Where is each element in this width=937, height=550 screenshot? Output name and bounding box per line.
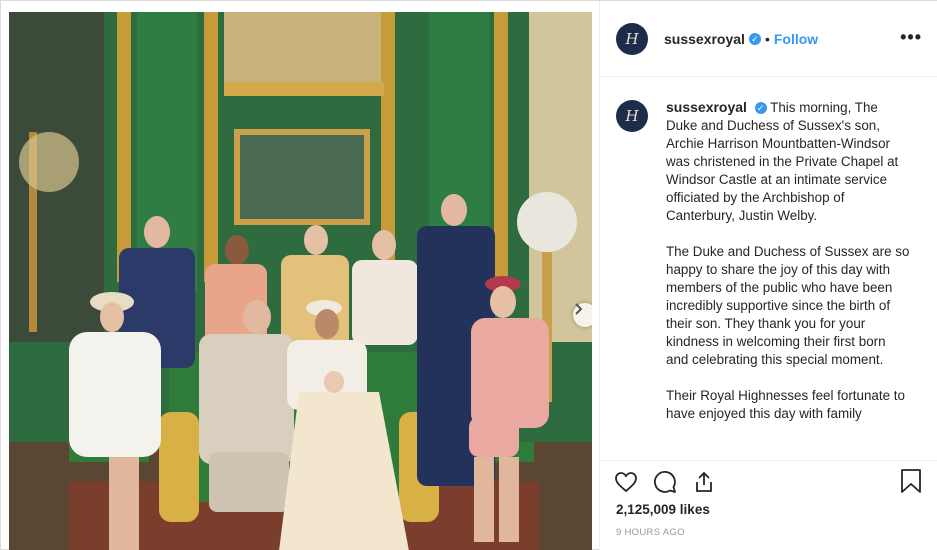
more-options-button[interactable]: ••• bbox=[900, 27, 922, 48]
caption-paragraph-1: sussexroyal ✓ This morning, The Duke and… bbox=[666, 98, 910, 225]
heart-icon bbox=[615, 472, 637, 493]
verified-badge-icon: ✓ bbox=[754, 102, 767, 115]
verified-badge-icon: ✓ bbox=[748, 32, 761, 45]
caption-avatar[interactable]: H bbox=[616, 100, 648, 132]
comments-section[interactable]: H sussexroyal ✓ This morning, The Duke a… bbox=[600, 78, 937, 460]
comment-button[interactable] bbox=[653, 470, 677, 494]
like-count[interactable]: 2,125,009 likes bbox=[616, 502, 710, 517]
comment-icon bbox=[654, 471, 676, 493]
caption: H sussexroyal ✓ This morning, The Duke a… bbox=[616, 98, 922, 441]
separator-dot: • bbox=[764, 30, 770, 47]
instagram-post: H sussexroyal ✓ • Follow ••• H sussexroy… bbox=[0, 0, 937, 550]
avatar-monogram: H bbox=[625, 107, 639, 125]
caption-username[interactable]: sussexroyal bbox=[666, 99, 747, 115]
caption-paragraph-1-text: This morning, The Duke and Duchess of Su… bbox=[666, 100, 899, 223]
carousel-next-button[interactable] bbox=[573, 303, 592, 327]
header-username[interactable]: sussexroyal bbox=[664, 31, 745, 47]
like-button[interactable] bbox=[614, 470, 638, 494]
share-button[interactable] bbox=[692, 470, 716, 494]
caption-paragraph-2: The Duke and Duchess of Sussex are so ha… bbox=[666, 244, 910, 367]
caption-text: sussexroyal ✓ This morning, The Duke and… bbox=[666, 98, 910, 441]
bookmark-icon bbox=[901, 469, 921, 493]
chevron-right-icon bbox=[575, 303, 583, 315]
post-timestamp[interactable]: 9 HOURS AGO bbox=[616, 527, 685, 538]
post-actions: 2,125,009 likes 9 HOURS AGO bbox=[600, 460, 937, 550]
photo-illustration bbox=[9, 12, 592, 550]
save-button[interactable] bbox=[900, 468, 922, 499]
action-icons bbox=[614, 465, 716, 499]
post-side-panel: H sussexroyal ✓ • Follow ••• H sussexroy… bbox=[599, 1, 937, 550]
post-photo[interactable] bbox=[9, 12, 592, 550]
avatar-monogram: H bbox=[625, 29, 639, 48]
follow-button[interactable]: Follow bbox=[774, 31, 818, 47]
post-header: H sussexroyal ✓ • Follow ••• bbox=[600, 1, 937, 77]
avatar[interactable]: H bbox=[616, 22, 648, 55]
caption-paragraph-3: Their Royal Highnesses feel fortunate to… bbox=[666, 388, 905, 421]
share-icon bbox=[696, 471, 712, 492]
